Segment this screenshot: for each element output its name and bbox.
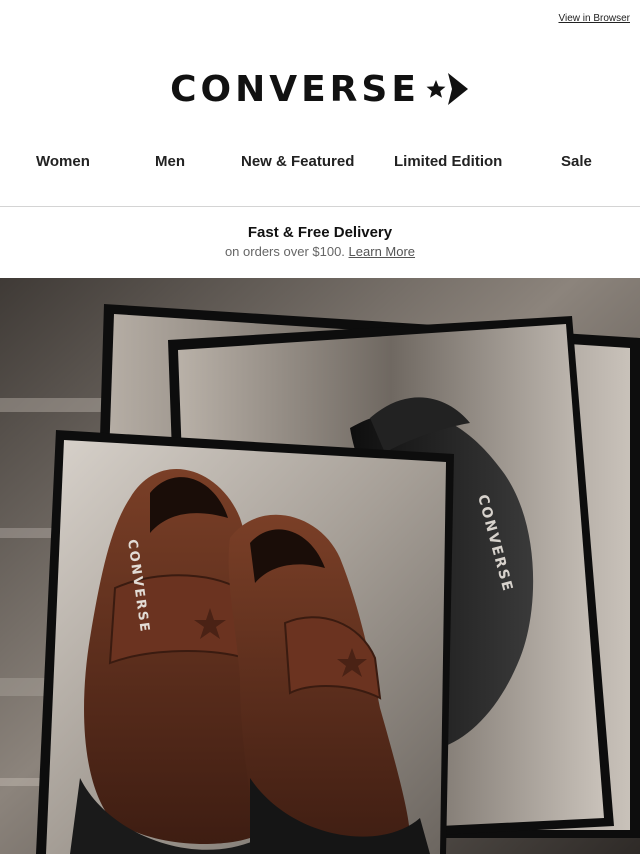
- promo-title: Fast & Free Delivery: [247, 224, 393, 241]
- hero-image[interactable]: CONVERSE CONVERSE: [0, 278, 640, 854]
- top-bar: View in Browser: [0, 0, 640, 40]
- delivery-promo: Fast & Free Delivery on orders over $100…: [0, 207, 640, 278]
- nav-item-men[interactable]: Men: [155, 153, 185, 170]
- view-in-browser-link[interactable]: View in Browser: [558, 13, 630, 24]
- promo-subtitle: on orders over $100. Learn More: [0, 244, 640, 259]
- nav-item-limited-edition[interactable]: Limited Edition: [394, 153, 502, 170]
- nav-item-sale[interactable]: Sale: [561, 153, 592, 170]
- nav-item-new-featured[interactable]: New & Featured: [241, 153, 354, 170]
- logo-area: CONVERSE: [0, 66, 640, 112]
- converse-logo[interactable]: CONVERSE: [170, 69, 470, 110]
- brand-wordmark: CONVERSE: [170, 68, 420, 110]
- main-nav: Women Men New & Featured Limited Edition…: [0, 145, 640, 183]
- hero-loafers-illustration: CONVERSE CONVERSE: [0, 278, 640, 854]
- promo-subtitle-text: on orders over $100.: [224, 244, 345, 259]
- nav-item-women[interactable]: Women: [36, 153, 90, 170]
- learn-more-link[interactable]: Learn More: [349, 244, 415, 259]
- star-chevron-icon: [426, 73, 468, 105]
